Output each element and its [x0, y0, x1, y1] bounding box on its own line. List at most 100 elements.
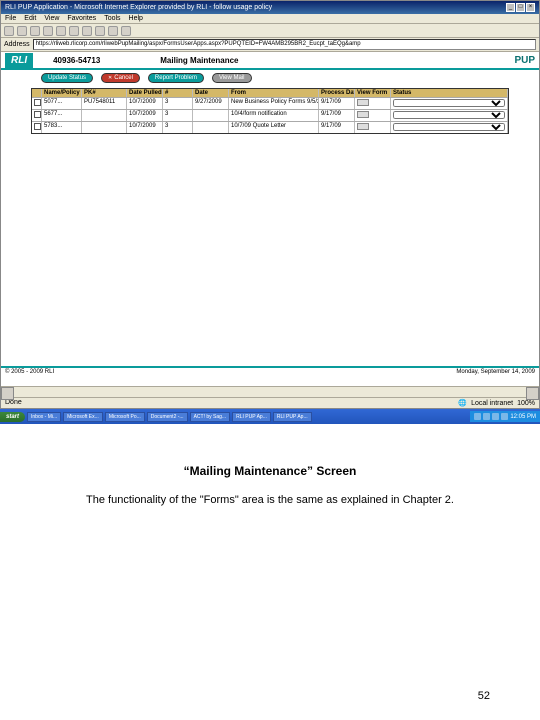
cell-from: 10/4/form notification — [229, 110, 319, 121]
policy-number: 40936-54713 — [53, 56, 100, 65]
update-status-button[interactable]: Update Status — [41, 73, 93, 83]
favorites-icon[interactable] — [82, 26, 92, 36]
row-checkbox[interactable] — [34, 111, 41, 118]
current-date: Monday, September 14, 2009 — [456, 369, 535, 375]
taskbar-app[interactable]: ACT! by Sag... — [190, 412, 231, 422]
th-check — [32, 89, 42, 97]
th-date: Date — [193, 89, 229, 97]
history-icon[interactable] — [95, 26, 105, 36]
menubar: File Edit View Favorites Tools Help — [1, 14, 539, 24]
window-controls: _ □ × — [506, 3, 535, 12]
window-title: RLI PUP Application - Microsoft Internet… — [5, 4, 272, 11]
table-row: 5783... 10/7/2009 3 10/7/09 Quote Letter… — [32, 121, 508, 133]
menu-edit[interactable]: Edit — [24, 15, 36, 22]
app-footer: © 2005 - 2009 RLI Monday, September 14, … — [1, 366, 539, 376]
rli-logo: RLI — [5, 53, 33, 68]
tray-icon[interactable] — [492, 413, 499, 420]
taskbar-app[interactable]: Inbox - Mi... — [27, 412, 61, 422]
refresh-icon[interactable] — [43, 26, 53, 36]
menu-favorites[interactable]: Favorites — [67, 15, 96, 22]
cell-date — [193, 110, 229, 121]
view-form-button[interactable] — [357, 123, 369, 130]
caption-title: “Mailing Maintenance” Screen — [30, 464, 510, 478]
ie-window: RLI PUP Application - Microsoft Internet… — [0, 0, 540, 409]
cell-date — [193, 122, 229, 133]
menu-tools[interactable]: Tools — [104, 15, 120, 22]
print-icon[interactable] — [121, 26, 131, 36]
tray-icon[interactable] — [483, 413, 490, 420]
maximize-button[interactable]: □ — [516, 3, 525, 12]
menu-file[interactable]: File — [5, 15, 16, 22]
windows-taskbar: start Inbox - Mi... Microsoft Ex... Micr… — [0, 409, 540, 424]
cell-num: 3 — [163, 98, 193, 109]
cell-pulled: 10/7/2009 — [127, 98, 163, 109]
page-content: RLI 40936-54713 Mailing Maintenance PUP … — [1, 52, 539, 386]
page-number: 52 — [478, 690, 490, 702]
taskbar-app[interactable]: Document2 -... — [147, 412, 188, 422]
taskbar-app[interactable]: Microsoft Po... — [105, 412, 145, 422]
report-problem-button[interactable]: Report Problem — [148, 73, 204, 83]
clock[interactable]: 12:05 PM — [510, 414, 536, 420]
system-tray: 12:05 PM — [470, 411, 540, 422]
status-select[interactable] — [393, 123, 505, 131]
status-text: Done — [5, 399, 22, 407]
view-mail-button[interactable]: View Mail — [212, 73, 252, 83]
close-button[interactable]: × — [526, 3, 535, 12]
minimize-button[interactable]: _ — [506, 3, 515, 12]
cell-pk: PU7548011 — [82, 98, 127, 109]
start-button[interactable]: start — [0, 412, 25, 422]
table-header: Name/Policy PK# Date Pulled # Date From … — [32, 89, 508, 97]
cell-date: 9/27/2009 — [193, 98, 229, 109]
zoom-level[interactable]: 100% — [517, 400, 535, 407]
status-select[interactable] — [393, 111, 505, 119]
th-name: Name/Policy — [42, 89, 82, 97]
cancel-button[interactable]: Cancel — [101, 73, 140, 83]
stop-icon[interactable] — [30, 26, 40, 36]
mailing-table: Name/Policy PK# Date Pulled # Date From … — [31, 88, 509, 134]
th-status: Status — [391, 89, 508, 97]
back-icon[interactable] — [4, 26, 14, 36]
cell-proc: 9/17/09 — [319, 98, 355, 109]
forward-icon[interactable] — [17, 26, 27, 36]
taskbar-app[interactable]: Microsoft Ex... — [63, 412, 103, 422]
cell-name: 5677... — [42, 110, 82, 121]
menu-help[interactable]: Help — [129, 15, 143, 22]
cell-num: 3 — [163, 122, 193, 133]
menu-view[interactable]: View — [44, 15, 59, 22]
cell-name: 5077... — [42, 98, 82, 109]
caption: “Mailing Maintenance” Screen The functio… — [0, 464, 540, 506]
th-proc: Process Date — [319, 89, 355, 97]
horizontal-scrollbar[interactable] — [1, 386, 539, 397]
taskbar-app[interactable]: RLI PUP Ap... — [273, 412, 312, 422]
table-row: 5677... 10/7/2009 3 10/4/form notificati… — [32, 109, 508, 121]
status-select[interactable] — [393, 99, 505, 107]
th-num: # — [163, 89, 193, 97]
home-icon[interactable] — [56, 26, 66, 36]
table-row: 5077... PU7548011 10/7/2009 3 9/27/2009 … — [32, 97, 508, 109]
url-field[interactable]: https://rliweb.rlicorp.com/rliwebPupMail… — [33, 39, 536, 50]
tray-icon[interactable] — [501, 413, 508, 420]
copyright: © 2005 - 2009 RLI — [5, 369, 54, 375]
row-checkbox[interactable] — [34, 99, 41, 106]
view-form-button[interactable] — [357, 99, 369, 106]
caption-body: The functionality of the "Forms" area is… — [30, 494, 510, 506]
cell-name: 5783... — [42, 122, 82, 133]
cell-num: 3 — [163, 110, 193, 121]
tray-icon[interactable] — [474, 413, 481, 420]
row-checkbox[interactable] — [34, 123, 41, 130]
mail-icon[interactable] — [108, 26, 118, 36]
th-view: View Form — [355, 89, 391, 97]
cell-pk — [82, 122, 127, 133]
cell-pulled: 10/7/2009 — [127, 122, 163, 133]
action-buttons: Update Status Cancel Report Problem View… — [1, 70, 539, 86]
product-label: PUP — [514, 55, 535, 66]
zone-icon: 🌐 — [458, 399, 467, 407]
cell-proc: 9/17/09 — [319, 122, 355, 133]
cell-from: 10/7/09 Quote Letter — [229, 122, 319, 133]
view-form-button[interactable] — [357, 111, 369, 118]
search-icon[interactable] — [69, 26, 79, 36]
taskbar-app[interactable]: RLI PUP Ap... — [232, 412, 271, 422]
th-pk: PK# — [82, 89, 127, 97]
address-label: Address — [4, 41, 30, 48]
cell-pulled: 10/7/2009 — [127, 110, 163, 121]
